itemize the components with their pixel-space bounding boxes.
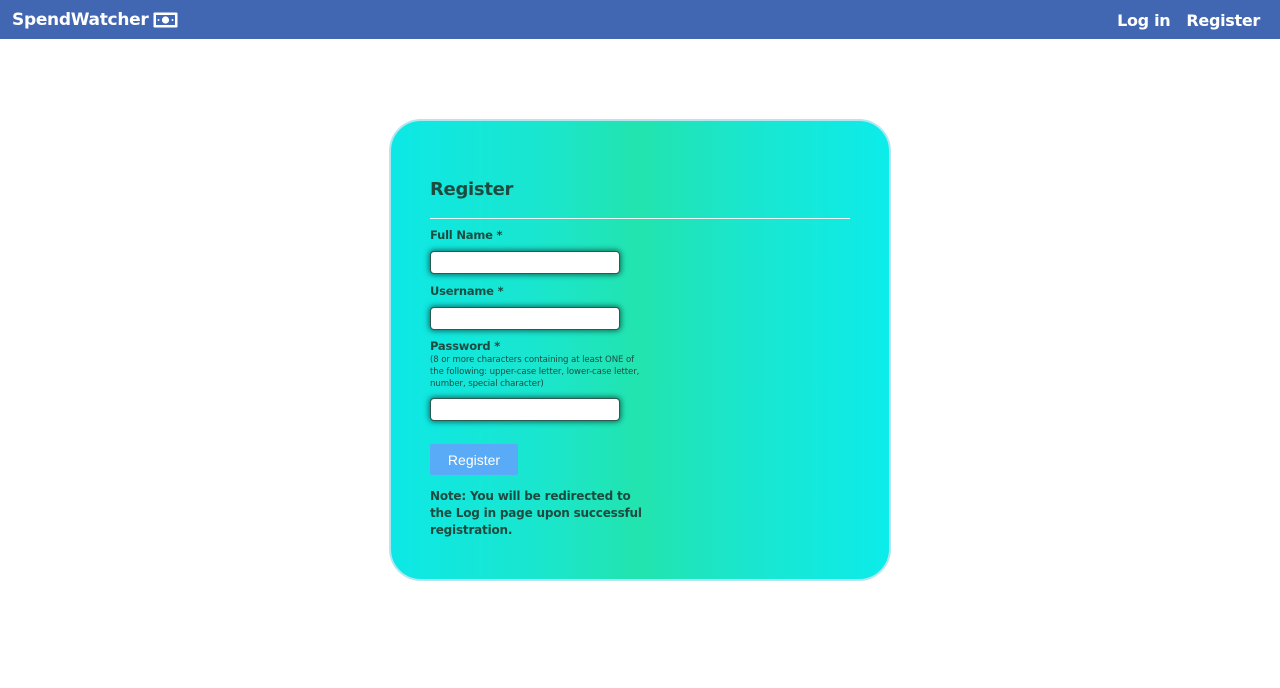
nav-register-link[interactable]: Register — [1186, 11, 1260, 30]
form-title: Register — [430, 179, 514, 200]
register-button[interactable]: Register — [430, 444, 518, 475]
redirect-note: Note: You will be redirected to the Log … — [430, 489, 642, 537]
top-navbar: SpendWatcher Log in Register — [0, 0, 1280, 39]
username-label: Username * — [430, 284, 504, 298]
password-hint: (8 or more characters containing at leas… — [430, 355, 640, 389]
register-card: Register Full Name * Username * Password… — [389, 119, 891, 581]
title-divider — [430, 218, 850, 219]
money-bill-icon — [153, 12, 178, 28]
nav-links: Log in Register — [1101, 8, 1260, 32]
brand-name: SpendWatcher — [12, 10, 149, 30]
full-name-label: Full Name * — [430, 228, 503, 242]
nav-login-link[interactable]: Log in — [1117, 11, 1171, 30]
username-input[interactable] — [430, 307, 620, 330]
full-name-input[interactable] — [430, 251, 620, 274]
password-input[interactable] — [430, 398, 620, 421]
brand-link[interactable]: SpendWatcher — [12, 8, 178, 32]
password-label: Password * — [430, 339, 501, 353]
